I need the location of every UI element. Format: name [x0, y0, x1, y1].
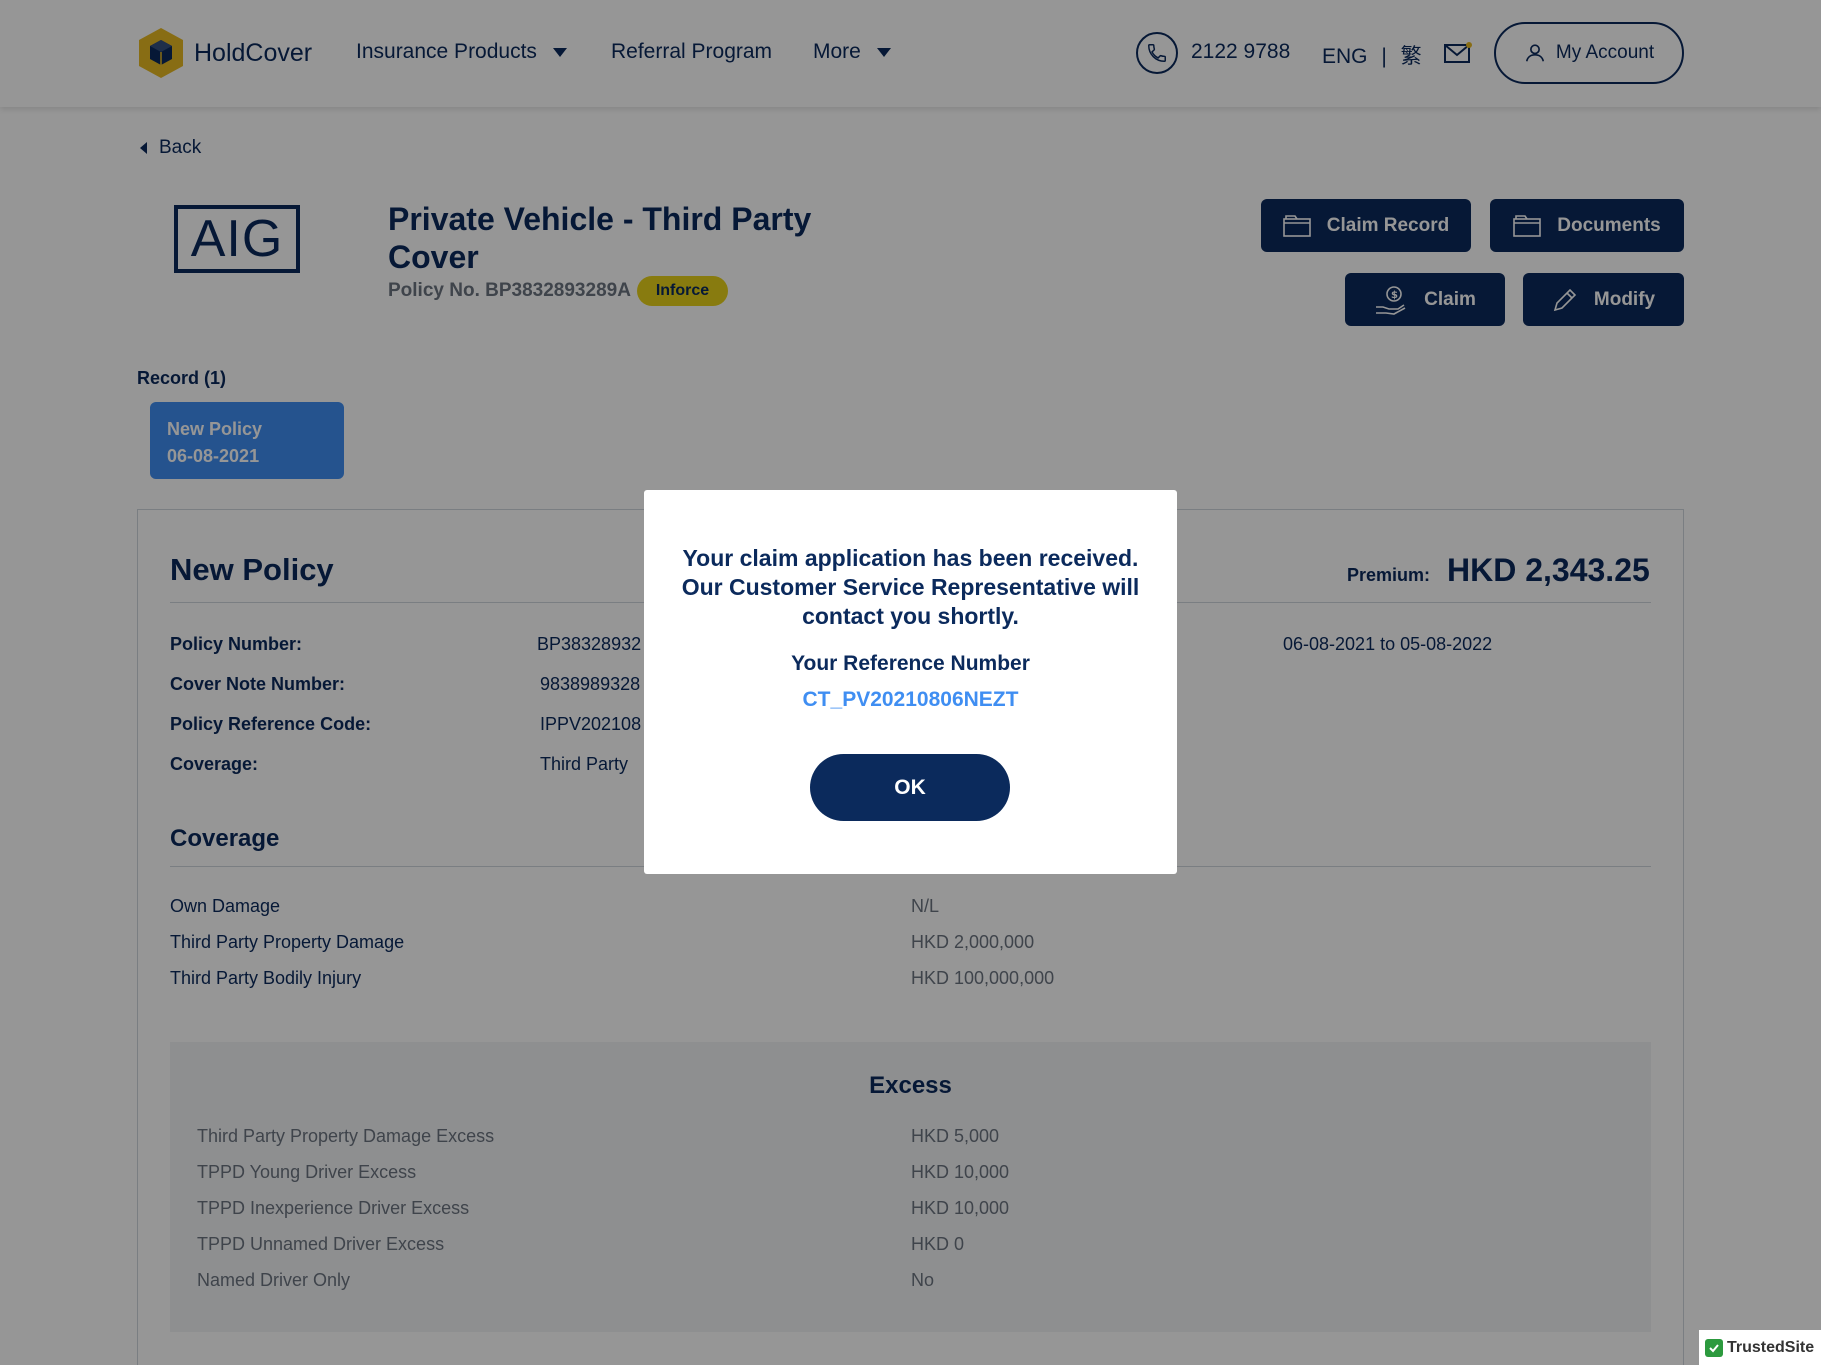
reference-number: CT_PV20210806NEZT — [802, 688, 1019, 711]
check-icon — [1705, 1338, 1723, 1357]
ok-button[interactable]: OK — [810, 754, 1010, 821]
claim-confirmation-dialog: Your claim application has been received… — [644, 490, 1177, 874]
trustedsite-badge[interactable]: TrustedSite — [1699, 1330, 1821, 1365]
reference-label: Your Reference Number — [791, 652, 1030, 675]
trustedsite-label: TrustedSite — [1727, 1338, 1815, 1356]
dialog-message: Your claim application has been received… — [681, 545, 1140, 629]
